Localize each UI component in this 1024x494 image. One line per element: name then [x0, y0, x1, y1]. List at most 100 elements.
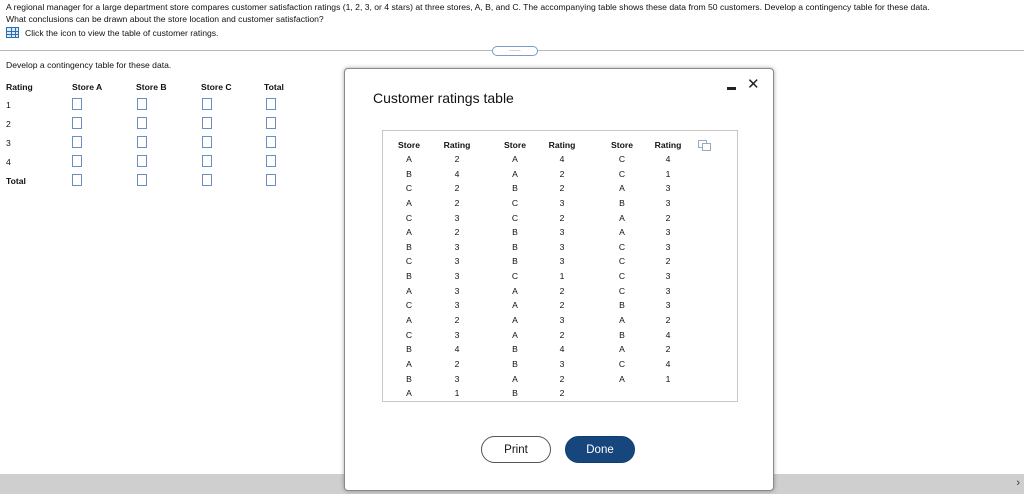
- table-cell: 1: [665, 168, 671, 179]
- row-label-4: 4: [6, 157, 11, 167]
- input-total-a[interactable]: [72, 174, 82, 186]
- input-total-c[interactable]: [202, 174, 212, 186]
- row-label-2: 2: [6, 119, 11, 129]
- view-table-link[interactable]: Click the icon to view the table of cust…: [6, 27, 218, 38]
- table-cell: A: [512, 168, 518, 179]
- question-line-1: A regional manager for a large departmen…: [6, 2, 930, 12]
- col3-store: Store CCABAACCCCBABACA: [607, 138, 637, 386]
- table-cell: 3: [559, 256, 565, 267]
- input-r2-a[interactable]: [72, 117, 82, 129]
- table-grid-icon[interactable]: [6, 27, 19, 38]
- input-r3-b[interactable]: [137, 136, 147, 148]
- table-cell: 4: [559, 154, 565, 164]
- table-cell: 2: [665, 315, 671, 326]
- table-cell: 3: [454, 300, 460, 311]
- col1-rating: Rating 2 4 2 2 3 2 3 3 3 3 3 2 3 4 2 3 1: [442, 138, 472, 401]
- input-r2-c[interactable]: [202, 117, 212, 129]
- table-cell: B: [406, 271, 412, 282]
- table-cell: 1: [559, 271, 565, 282]
- table-cell: 1: [665, 373, 671, 384]
- table-cell: 2: [559, 183, 565, 194]
- table-cell: 3: [559, 358, 565, 369]
- table-cell: 3: [665, 300, 671, 311]
- table-cell: C: [405, 256, 413, 267]
- table-cell: B: [406, 373, 412, 384]
- minimize-icon[interactable]: [727, 87, 736, 90]
- col1-store: Store ABCACABCBACACBABA: [394, 138, 424, 401]
- table-cell: B: [619, 197, 625, 208]
- input-r3-c[interactable]: [202, 136, 212, 148]
- table-cell: B: [406, 241, 412, 252]
- table-cell: C: [511, 197, 519, 208]
- table-cell: 3: [559, 315, 565, 326]
- table-cell: 3: [454, 285, 460, 296]
- table-cell: C: [618, 241, 626, 252]
- input-r4-total[interactable]: [266, 155, 276, 167]
- table-cell: 2: [454, 197, 460, 208]
- done-button[interactable]: Done: [565, 436, 635, 463]
- table-cell: A: [406, 197, 412, 208]
- cell-list: 2 4 2 2 3 2 3 3 3 3 3 2 3 4 2 3 1: [442, 152, 472, 401]
- chevron-right-icon[interactable]: ›: [1016, 477, 1020, 489]
- input-r2-b[interactable]: [137, 117, 147, 129]
- table-cell: 2: [559, 388, 565, 399]
- table-cell: B: [619, 300, 625, 311]
- table-cell: C: [618, 271, 626, 282]
- input-r1-c[interactable]: [202, 98, 212, 110]
- col-header: Store: [611, 140, 633, 150]
- table-cell: B: [406, 344, 412, 355]
- table-cell: 2: [559, 212, 565, 223]
- table-cell: 3: [454, 241, 460, 252]
- expand-handle[interactable]: ......: [492, 46, 538, 56]
- table-cell: 4: [665, 329, 671, 340]
- input-r3-total[interactable]: [266, 136, 276, 148]
- dialog-title: Customer ratings table: [373, 90, 514, 106]
- table-cell: C: [618, 168, 626, 179]
- table-cell: 2: [559, 285, 565, 296]
- input-r2-total[interactable]: [266, 117, 276, 129]
- table-cell: 2: [454, 315, 460, 326]
- table-cell: 3: [665, 285, 671, 296]
- table-cell: 2: [559, 373, 565, 384]
- header-store-c: Store C: [201, 82, 232, 92]
- cell-list: ABCACABCBACACBABA: [394, 152, 424, 401]
- table-cell: A: [619, 212, 625, 223]
- table-cell: 3: [454, 329, 460, 340]
- table-cell: A: [619, 227, 625, 238]
- input-r4-b[interactable]: [137, 155, 147, 167]
- input-r1-total[interactable]: [266, 98, 276, 110]
- row-label-1: 1: [6, 100, 11, 110]
- input-r3-a[interactable]: [72, 136, 82, 148]
- table-cell: 3: [665, 197, 671, 208]
- input-r4-c[interactable]: [202, 155, 212, 167]
- close-icon[interactable]: ✕: [747, 77, 760, 92]
- table-cell: C: [511, 212, 519, 223]
- input-total-total[interactable]: [266, 174, 276, 186]
- input-total-b[interactable]: [137, 174, 147, 186]
- cell-list: CCABAACCCCBABACA: [607, 152, 637, 386]
- print-button[interactable]: Print: [481, 436, 551, 463]
- table-cell: A: [512, 154, 518, 164]
- input-r1-a[interactable]: [72, 98, 82, 110]
- view-table-link-text[interactable]: Click the icon to view the table of cust…: [25, 28, 218, 38]
- table-cell: A: [406, 285, 412, 296]
- table-cell: 2: [454, 183, 460, 194]
- col-header: Rating: [548, 140, 576, 150]
- copy-icon[interactable]: [698, 140, 711, 151]
- customer-ratings-dialog: Customer ratings table ✕ Store ABCACABCB…: [344, 68, 774, 491]
- col3-rating: Rating 4 1 3 3 2 3 3 2 3 3 3 2 4 2 4 1: [653, 138, 683, 386]
- table-cell: 2: [454, 358, 460, 369]
- table-cell: 3: [559, 227, 565, 238]
- question-text: A regional manager for a large departmen…: [6, 1, 1021, 25]
- col2-rating: Rating 4 2 2 3 2 3 3 3 1 2 2 3 2 4 3 2 2: [547, 138, 577, 401]
- col-header: Rating: [443, 140, 471, 150]
- input-r4-a[interactable]: [72, 155, 82, 167]
- table-cell: C: [618, 256, 626, 267]
- col-header: Store: [398, 140, 420, 150]
- table-cell: B: [512, 388, 518, 399]
- table-cell: 2: [559, 329, 565, 340]
- input-r1-b[interactable]: [137, 98, 147, 110]
- table-cell: A: [619, 344, 625, 355]
- table-cell: A: [512, 373, 518, 384]
- table-cell: 3: [559, 197, 565, 208]
